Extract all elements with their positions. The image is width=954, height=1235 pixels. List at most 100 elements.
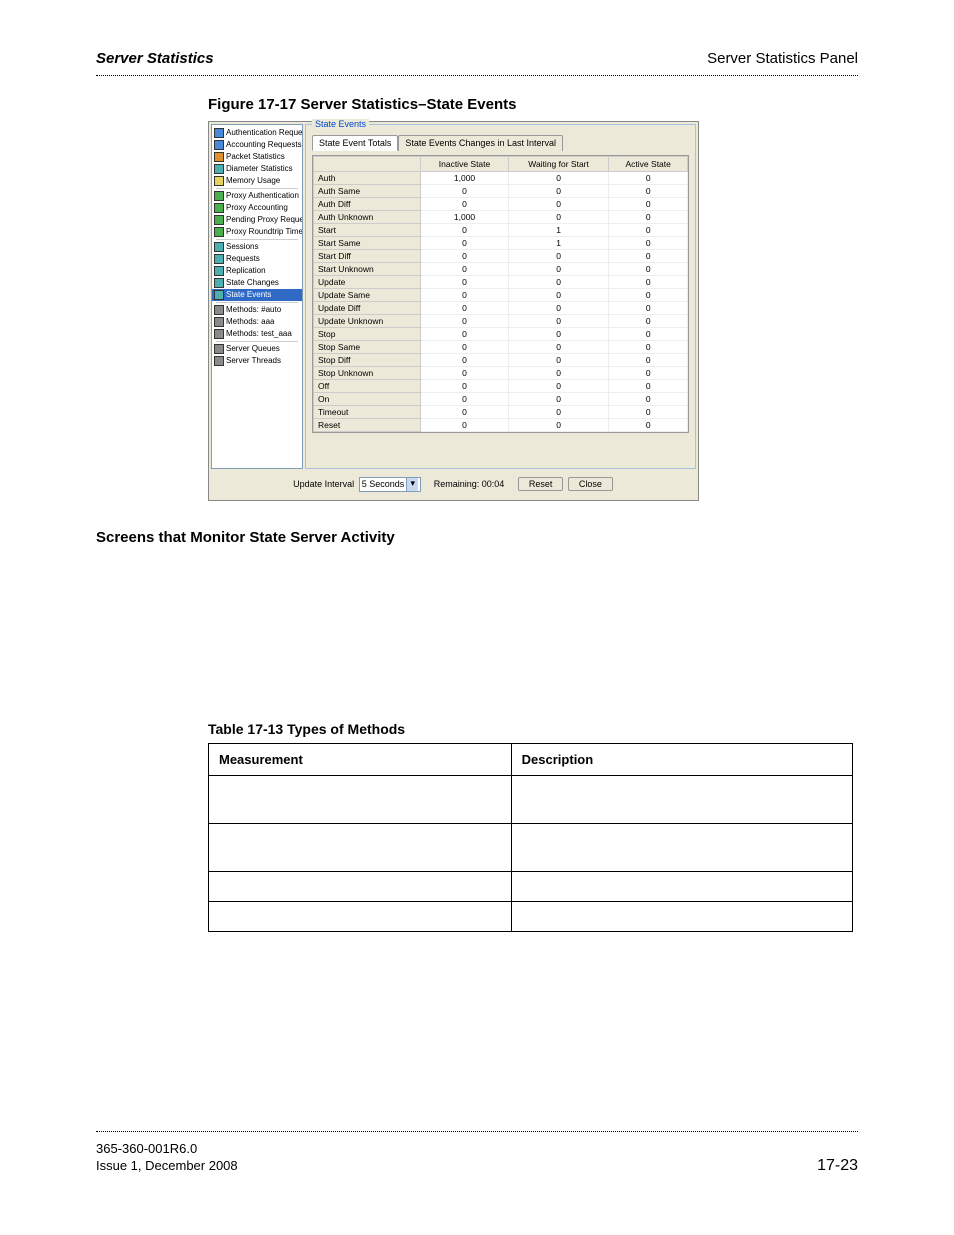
tree-item[interactable]: Replication	[212, 265, 302, 277]
tree-item[interactable]: Accounting Requests	[212, 139, 302, 151]
grid-row: Stop000	[314, 328, 688, 341]
grid-column-header: Active State	[609, 157, 688, 172]
tree-item[interactable]: Methods: #auto	[212, 304, 302, 316]
grid-cell: 0	[421, 302, 508, 315]
grid-row-label: Update	[314, 276, 421, 289]
grid-cell: 0	[609, 354, 688, 367]
grid-cell: 0	[609, 393, 688, 406]
tab-state-event-totals[interactable]: State Event Totals	[312, 135, 398, 151]
tree-item-icon	[214, 203, 224, 213]
tree-item[interactable]: Proxy Authentication	[212, 190, 302, 202]
grid-row: Update000	[314, 276, 688, 289]
grid-row: Auth Same000	[314, 185, 688, 198]
grid-cell: 0	[421, 315, 508, 328]
tab-state-events-changes[interactable]: State Events Changes in Last Interval	[398, 135, 563, 151]
grid-row: Update Unknown000	[314, 315, 688, 328]
remaining-value: 00:04	[482, 479, 505, 489]
grid-cell: 0	[508, 393, 609, 406]
table-cell-description	[511, 824, 852, 872]
tree-item-icon	[214, 164, 224, 174]
grid-row: Auth Diff000	[314, 198, 688, 211]
grid-row-label: Auth Unknown	[314, 211, 421, 224]
group-label: State Events	[312, 119, 369, 129]
tree-item[interactable]: Proxy Accounting	[212, 202, 302, 214]
tree-item-label: Accounting Requests	[226, 140, 302, 150]
grid-cell: 0	[421, 419, 508, 432]
tree-item[interactable]: Memory Usage	[212, 175, 302, 187]
tree-item[interactable]: Proxy Roundtrip Times	[212, 226, 302, 238]
chevron-down-icon[interactable]: ▾	[406, 478, 418, 491]
tree-item-label: Replication	[226, 266, 266, 276]
tree-item[interactable]: Authentication Requests	[212, 127, 302, 139]
tree-item-icon	[214, 317, 224, 327]
tree-item-label: State Events	[226, 290, 271, 300]
tree-item[interactable]: Requests	[212, 253, 302, 265]
tree-item[interactable]: Packet Statistics	[212, 151, 302, 163]
grid-row: Timeout000	[314, 406, 688, 419]
tree-item[interactable]: Diameter Statistics	[212, 163, 302, 175]
grid-row: Stop Same000	[314, 341, 688, 354]
tree-item-icon	[214, 290, 224, 300]
grid-row-label: Update Unknown	[314, 315, 421, 328]
grid-row-label: Update Diff	[314, 302, 421, 315]
grid-row: Update Same000	[314, 289, 688, 302]
table-cell-measurement	[209, 776, 512, 824]
grid-cell: 0	[508, 380, 609, 393]
tree-item[interactable]: Pending Proxy Requests	[212, 214, 302, 226]
page-number: 17-23	[817, 1157, 858, 1175]
tree-item-label: State Changes	[226, 278, 279, 288]
tree-item[interactable]: Server Threads	[212, 355, 302, 367]
tree-item[interactable]: Server Queues	[212, 343, 302, 355]
grid-cell: 0	[508, 354, 609, 367]
grid-row: Start Diff000	[314, 250, 688, 263]
grid-row: Stop Unknown000	[314, 367, 688, 380]
grid-cell: 0	[609, 380, 688, 393]
grid-cell: 0	[609, 367, 688, 380]
grid-cell: 1,000	[421, 172, 508, 185]
table-row	[209, 824, 853, 872]
update-interval-combo[interactable]: 5 Seconds▾	[359, 477, 422, 492]
table-cell-measurement	[209, 872, 512, 902]
close-button[interactable]: Close	[568, 477, 613, 491]
tree-item-icon	[214, 191, 224, 201]
grid-cell: 0	[421, 198, 508, 211]
grid-cell: 0	[508, 172, 609, 185]
tree-item[interactable]: Methods: test_aaa	[212, 328, 302, 340]
footer-left: 365-360-001R6.0 Issue 1, December 2008	[96, 1140, 238, 1175]
grid-row: Auth1,00000	[314, 172, 688, 185]
tree-item-label: Methods: #auto	[226, 305, 281, 315]
grid-cell: 0	[508, 263, 609, 276]
tree-item-icon	[214, 227, 224, 237]
grid-row-label: Update Same	[314, 289, 421, 302]
grid-row: Off000	[314, 380, 688, 393]
tree-item[interactable]: Methods: aaa	[212, 316, 302, 328]
grid-cell: 0	[609, 315, 688, 328]
reset-button[interactable]: Reset	[518, 477, 564, 491]
grid-cell: 0	[421, 367, 508, 380]
tree-item-label: Diameter Statistics	[226, 164, 293, 174]
grid-cell: 0	[508, 315, 609, 328]
header-divider	[96, 75, 858, 76]
grid-cell: 0	[508, 419, 609, 432]
tree-item-icon	[214, 278, 224, 288]
grid-cell: 0	[609, 198, 688, 211]
tree-item[interactable]: Sessions	[212, 241, 302, 253]
grid-cell: 0	[609, 172, 688, 185]
tree-item[interactable]: State Events	[212, 289, 302, 301]
grid-row-label: Stop	[314, 328, 421, 341]
grid-row-label: On	[314, 393, 421, 406]
grid-cell: 0	[609, 185, 688, 198]
tree-separator	[216, 239, 298, 240]
grid-cell: 0	[421, 341, 508, 354]
tree-item[interactable]: State Changes	[212, 277, 302, 289]
grid-cell: 0	[508, 302, 609, 315]
grid-row: Start Unknown000	[314, 263, 688, 276]
grid-cell: 0	[508, 198, 609, 211]
table-cell-description	[511, 776, 852, 824]
stats-tree[interactable]: Authentication RequestsAccounting Reques…	[211, 124, 303, 469]
tree-item-label: Proxy Accounting	[226, 203, 288, 213]
grid-cell: 0	[609, 250, 688, 263]
grid-cell: 1	[508, 237, 609, 250]
grid-cell: 0	[609, 289, 688, 302]
tree-item-label: Memory Usage	[226, 176, 280, 186]
